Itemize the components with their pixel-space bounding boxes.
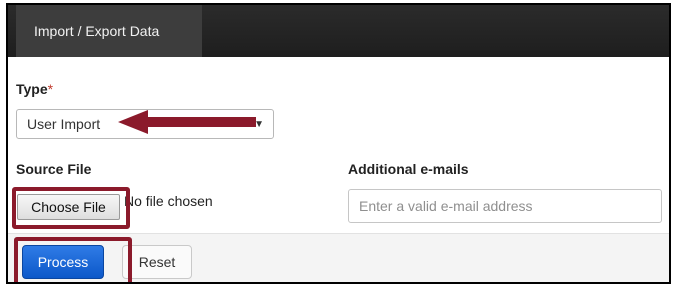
reset-button[interactable]: Reset [122,245,192,279]
additional-emails-label: Additional e-mails [348,161,469,177]
import-export-panel: Import / Export Data Type* User Import ▼… [6,3,671,284]
no-file-status: No file chosen [124,193,213,209]
reset-label: Reset [138,254,176,270]
process-label: Process [37,254,89,270]
choose-file-label: Choose File [31,199,106,215]
header-bar: Import / Export Data [8,5,669,57]
tab-import-export[interactable]: Import / Export Data [16,5,202,57]
type-label-text: Type [16,81,48,97]
arrow-left-icon [118,110,256,134]
process-button[interactable]: Process [22,245,104,279]
type-label: Type* [16,81,53,97]
type-selected-value: User Import [27,116,101,132]
source-file-label: Source File [16,161,92,177]
additional-emails-input[interactable] [348,189,662,223]
choose-file-button[interactable]: Choose File [17,194,120,220]
form-footer [8,233,669,282]
tab-label: Import / Export Data [34,23,160,39]
required-mark: * [47,81,54,97]
